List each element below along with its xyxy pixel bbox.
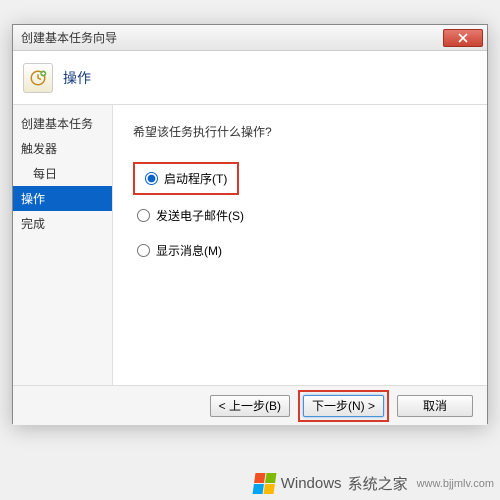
option-send-email-radio[interactable]	[137, 209, 150, 222]
footer: < 上一步(B) 下一步(N) > 取消	[13, 385, 487, 425]
close-button[interactable]	[443, 29, 483, 47]
option-show-message-radio[interactable]	[137, 244, 150, 257]
sidebar-item-finish[interactable]: 完成	[13, 211, 112, 236]
option-start-program[interactable]: 启动程序(T)	[141, 168, 231, 189]
sidebar-item-action[interactable]: 操作	[13, 186, 112, 211]
sidebar-item-create-task[interactable]: 创建基本任务	[13, 111, 112, 136]
titlebar: 创建基本任务向导	[13, 25, 487, 51]
option-send-email-label: 发送电子邮件(S)	[156, 207, 244, 224]
watermark-brand: Windows	[281, 475, 342, 492]
window-title: 创建基本任务向导	[21, 29, 443, 46]
option-send-email[interactable]: 发送电子邮件(S)	[133, 205, 467, 226]
sidebar-item-daily[interactable]: 每日	[13, 161, 112, 186]
page-title: 操作	[63, 68, 91, 88]
prompt-text: 希望该任务执行什么操作?	[133, 123, 467, 140]
option-show-message-label: 显示消息(M)	[156, 242, 222, 259]
wizard-dialog: 创建基本任务向导 操作 创建基本任务 触发器 每日 操作 完成 希望该任务执行什…	[12, 24, 488, 424]
watermark-suffix: 系统之家	[348, 473, 408, 494]
watermark: Windows 系统之家 www.bjjmlv.com	[254, 473, 494, 494]
wizard-icon	[23, 63, 53, 93]
windows-logo-icon	[252, 473, 276, 494]
content-panel: 希望该任务执行什么操作? 启动程序(T) 发送电子邮件(S) 显示消息(M)	[113, 105, 487, 385]
option-start-program-radio[interactable]	[145, 172, 158, 185]
option-show-message[interactable]: 显示消息(M)	[133, 240, 467, 261]
annotation-box-next: 下一步(N) >	[298, 390, 389, 422]
cancel-button[interactable]: 取消	[397, 395, 473, 417]
sidebar: 创建基本任务 触发器 每日 操作 完成	[13, 105, 113, 385]
sidebar-item-trigger[interactable]: 触发器	[13, 136, 112, 161]
header-panel: 操作	[13, 51, 487, 105]
next-button[interactable]: 下一步(N) >	[303, 395, 384, 417]
annotation-box-option: 启动程序(T)	[133, 162, 239, 195]
option-start-program-label: 启动程序(T)	[164, 170, 227, 187]
back-button[interactable]: < 上一步(B)	[210, 395, 290, 417]
watermark-url: www.bjjmlv.com	[417, 478, 494, 490]
dialog-body: 创建基本任务 触发器 每日 操作 完成 希望该任务执行什么操作? 启动程序(T)…	[13, 105, 487, 385]
